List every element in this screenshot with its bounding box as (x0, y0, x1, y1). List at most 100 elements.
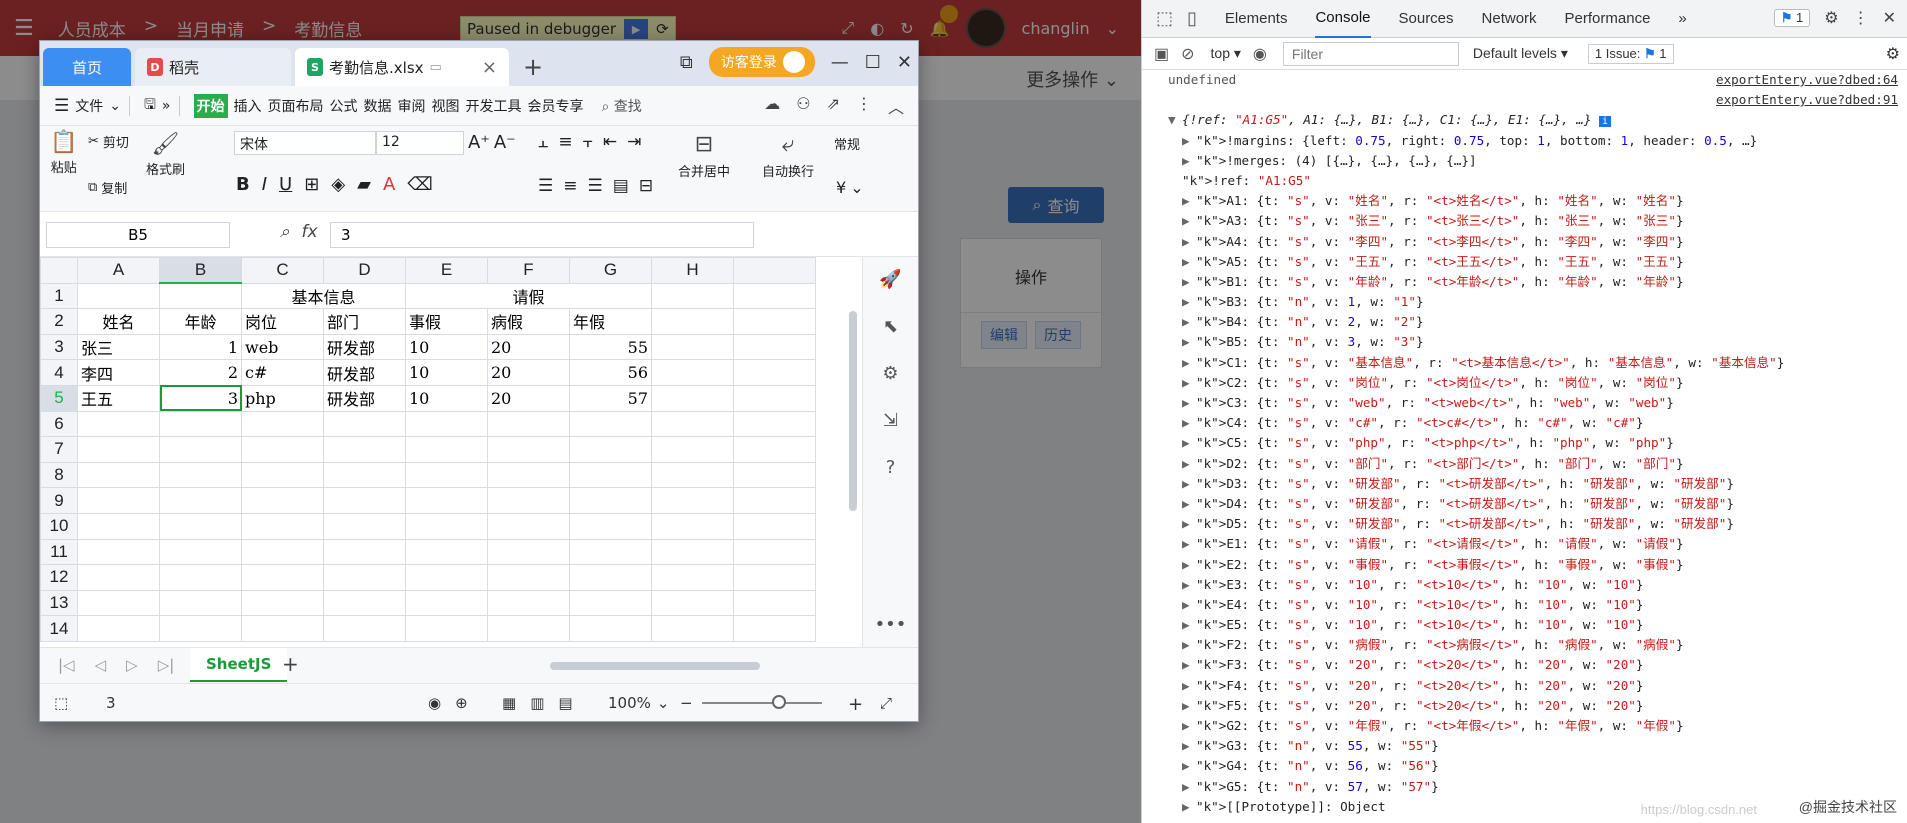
number-format-select[interactable]: 常规 (834, 134, 860, 153)
zoom-icon[interactable]: ⌕ (280, 222, 290, 242)
expand-triangle-icon[interactable]: ▶ (1182, 454, 1196, 474)
sheet-cell[interactable] (77, 461, 160, 489)
chevron-down-icon[interactable]: ⌄ (109, 98, 121, 114)
expand-triangle-icon[interactable]: ▶ (1182, 716, 1196, 736)
maximize-icon[interactable]: ☐ (865, 52, 881, 73)
border-icon[interactable]: ⊞ (304, 174, 319, 195)
console-line[interactable]: ▶ "k">B5: {t: "n", v: 3, w: "3"} (1142, 332, 1907, 352)
sheet-cell[interactable] (77, 410, 160, 438)
console-line[interactable]: ▶ "k">B4: {t: "n", v: 2, w: "2"} (1142, 312, 1907, 332)
sheet-cell[interactable] (77, 436, 160, 463)
tab-elements[interactable]: Elements (1225, 0, 1288, 38)
eye-icon[interactable]: ◉ (1253, 44, 1267, 64)
tab-home[interactable]: 首页 (43, 48, 131, 86)
sheet-cell[interactable] (487, 512, 570, 540)
console-line[interactable]: ▶ "k">!margins: {left: 0.75, right: 0.75,… (1142, 131, 1907, 151)
sheet-cell[interactable] (487, 436, 570, 463)
tab-file[interactable]: S 考勤信息.xlsx ▭ × (295, 48, 509, 86)
expand-triangle-icon[interactable]: ▶ (1182, 413, 1196, 433)
row-header[interactable]: 9 (40, 487, 78, 514)
sheet-cell[interactable] (733, 282, 816, 310)
sheet-cell[interactable]: 10 (405, 333, 488, 361)
console-line[interactable]: ▶ "k">E4: {t: "s", v: "10", r: "<t>10</t>… (1142, 595, 1907, 615)
sheet-cell[interactable] (159, 282, 242, 310)
sheet-cell[interactable] (405, 538, 488, 566)
status-cell-icon[interactable]: ⬚ (54, 694, 68, 712)
console-settings-icon[interactable]: ⚙ (1886, 44, 1900, 64)
column-header[interactable]: D (323, 257, 406, 284)
sheet-cell[interactable] (487, 589, 570, 617)
sidebar-icon[interactable]: ▣ (1154, 44, 1169, 64)
expand-triangle-icon[interactable]: ▶ (1182, 514, 1196, 534)
sheet-cell[interactable] (733, 384, 816, 412)
merge-center-button[interactable]: ⊟ 合并居中 (678, 132, 730, 180)
fill-color-icon[interactable]: ◈ (331, 174, 345, 195)
sheet-cell[interactable]: 20 (487, 359, 570, 386)
sheet-cell[interactable] (323, 615, 406, 642)
column-header[interactable]: A (77, 257, 160, 284)
console-line[interactable]: ▶ "k">F2: {t: "s", v: "病假", r: "<t>病假</t>… (1142, 635, 1907, 655)
console-line[interactable]: ▶ "k">D4: {t: "s", v: "研发部", r: "<t>研发部</… (1142, 494, 1907, 514)
sheet-cell[interactable] (569, 538, 652, 566)
sheet-cell[interactable] (77, 538, 160, 566)
first-sheet-icon[interactable]: |◁ (58, 656, 75, 674)
expand-triangle-icon[interactable]: ▶ (1182, 474, 1196, 494)
share-icon[interactable]: ⇗ (827, 94, 840, 118)
sheet-cell[interactable] (651, 384, 734, 412)
more-vertical-icon[interactable]: ⋮ (1853, 8, 1869, 28)
sheet-cell[interactable]: 张三 (77, 333, 160, 361)
sheet-cell[interactable]: 部门 (323, 308, 406, 335)
zoom-slider[interactable] (702, 702, 822, 704)
expand-triangle-icon[interactable]: ▶ (1182, 433, 1196, 453)
sheet-cell[interactable] (569, 410, 652, 438)
save-icon[interactable]: 🖫 (144, 94, 156, 118)
console-line[interactable]: ▶ "k">E3: {t: "s", v: "10", r: "<t>10</t>… (1142, 575, 1907, 595)
menu-file[interactable]: 文件 (75, 96, 103, 116)
tab-network[interactable]: Network (1482, 0, 1537, 38)
zoom-in-icon[interactable]: + (848, 694, 863, 715)
sheet-cell[interactable] (651, 436, 734, 463)
sheet-cell[interactable] (159, 461, 242, 489)
collapse-triangle-icon[interactable]: ▼ (1168, 110, 1182, 130)
sheet-cell[interactable] (241, 487, 324, 514)
sheet-cell[interactable] (651, 282, 734, 310)
increase-font-icon[interactable]: A⁺ (468, 132, 490, 153)
console-line[interactable]: ▶ "k">F3: {t: "s", v: "20", r: "<t>20</t>… (1142, 655, 1907, 675)
sheet-cell[interactable]: 请假 (405, 282, 652, 310)
collaborate-icon[interactable]: ⚇ (796, 94, 810, 118)
hamburger-icon[interactable]: ☰ (54, 96, 69, 116)
more-vertical-icon[interactable]: ⋮ (856, 94, 872, 118)
expand-triangle-icon[interactable]: ▶ (1182, 211, 1196, 231)
console-line[interactable]: ▶ "k">D3: {t: "s", v: "研发部", r: "<t>研发部</… (1142, 474, 1907, 494)
row-header[interactable]: 10 (40, 512, 78, 540)
copy-button[interactable]: ⧉ 复制 (88, 178, 127, 197)
device-toolbar-icon[interactable]: ▯ (1187, 8, 1197, 29)
expand-triangle-icon[interactable]: ▶ (1182, 494, 1196, 514)
gear-icon[interactable]: ⚙ (1824, 8, 1838, 28)
underline-icon[interactable]: U (279, 174, 292, 195)
sheet-cell[interactable]: 年假 (569, 308, 652, 335)
sheet-cell[interactable] (569, 436, 652, 463)
next-sheet-icon[interactable]: ▷ (126, 656, 138, 674)
sheet-cell[interactable] (487, 461, 570, 489)
sheet-cell[interactable] (159, 436, 242, 463)
expand-triangle-icon[interactable]: ▶ (1182, 555, 1196, 575)
sheet-cell[interactable] (487, 615, 570, 642)
sheet-cell[interactable] (651, 410, 734, 438)
console-line[interactable]: ▶ "k">B3: {t: "n", v: 1, w: "1"} (1142, 292, 1907, 312)
sheet-cell[interactable] (241, 436, 324, 463)
source-link[interactable]: exportEntery.vue?dbed:91 (1716, 90, 1898, 110)
rocket-icon[interactable]: 🚀 (879, 269, 901, 290)
menu-page-layout[interactable]: 页面布局 (268, 96, 324, 116)
sheet-cell[interactable]: 王五 (77, 384, 160, 412)
console-line[interactable]: ▶ "k">C4: {t: "s", v: "c#", r: "<t>c#</t>… (1142, 413, 1907, 433)
new-tab-button[interactable]: + (523, 48, 543, 86)
sheet-cell[interactable] (569, 589, 652, 617)
expand-triangle-icon[interactable]: ▶ (1182, 635, 1196, 655)
sheet-cell[interactable] (733, 359, 816, 386)
column-header[interactable]: F (487, 257, 570, 284)
row-header[interactable]: 4 (40, 359, 78, 386)
sheet-cell[interactable]: 姓名 (77, 308, 160, 335)
sheet-cell[interactable] (569, 512, 652, 540)
sheet-cell[interactable] (241, 615, 324, 642)
